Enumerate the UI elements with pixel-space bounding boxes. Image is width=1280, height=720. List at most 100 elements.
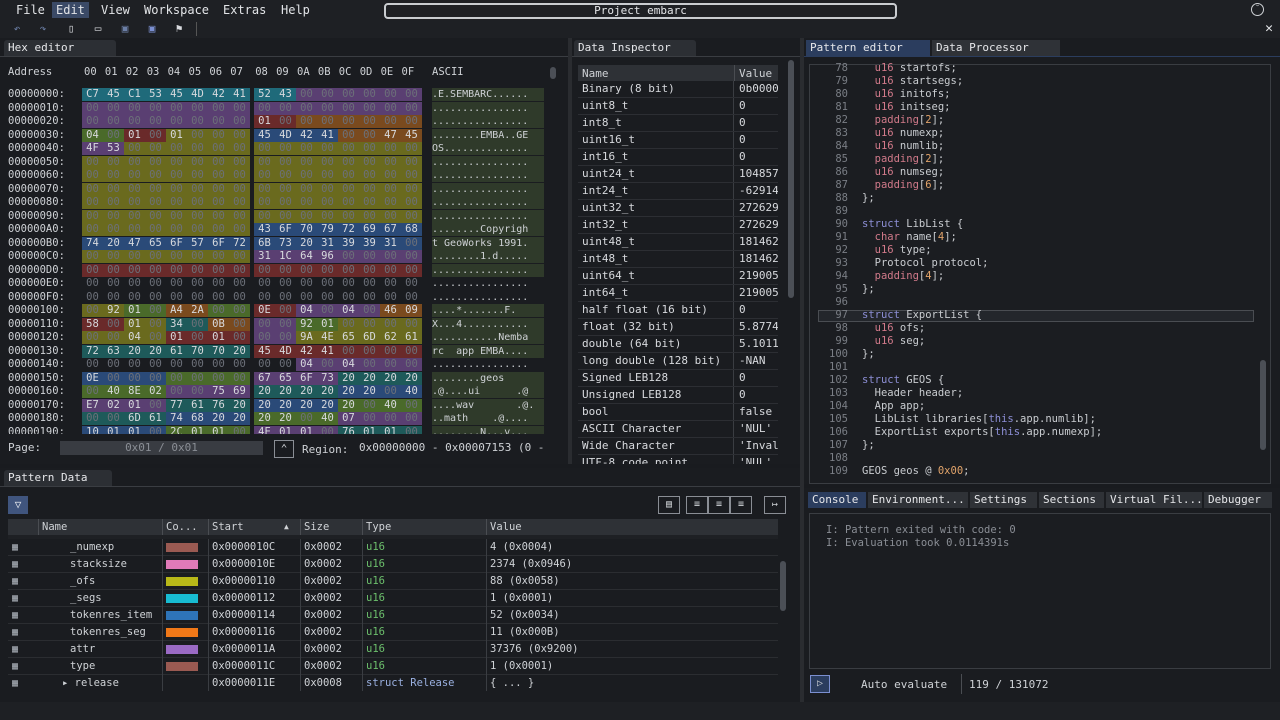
- hex-byte[interactable]: 00: [296, 142, 317, 155]
- hex-byte[interactable]: 00: [359, 101, 380, 115]
- hex-byte[interactable]: 00: [145, 250, 166, 263]
- region-toggle-button[interactable]: ⌃: [274, 440, 294, 458]
- hex-byte[interactable]: 00: [359, 358, 380, 371]
- menu-help[interactable]: Help: [277, 2, 314, 18]
- row-visibility-icon[interactable]: ▦: [12, 607, 26, 624]
- column-header-value[interactable]: Value: [486, 519, 782, 535]
- row-visibility-icon[interactable]: ▦: [12, 556, 26, 573]
- inspector-row[interactable]: int24_t -62914: [578, 183, 778, 200]
- column-header-name[interactable]: Name: [38, 519, 160, 535]
- hex-byte[interactable]: 00: [145, 115, 166, 128]
- hex-byte[interactable]: 76: [208, 398, 229, 412]
- hex-byte[interactable]: 00: [380, 412, 401, 425]
- hex-byte[interactable]: 40: [380, 398, 401, 412]
- hex-byte[interactable]: 00: [338, 344, 359, 358]
- inspector-value[interactable]: 181462: [736, 234, 778, 250]
- hex-byte[interactable]: 00: [359, 155, 380, 169]
- pattern-scrollbar[interactable]: [780, 561, 786, 611]
- hex-byte[interactable]: 00: [208, 223, 229, 236]
- hex-ascii[interactable]: ................: [432, 291, 544, 304]
- hex-byte[interactable]: 6F: [296, 371, 317, 385]
- hex-byte[interactable]: 00: [254, 169, 275, 182]
- hex-byte[interactable]: 76: [338, 425, 359, 434]
- hex-ascii[interactable]: OS..............: [432, 142, 544, 155]
- inspector-row[interactable]: long double (128 bit) -NAN: [578, 353, 778, 370]
- hex-byte[interactable]: 00: [401, 344, 422, 358]
- hex-byte[interactable]: 00: [124, 263, 145, 277]
- hex-byte[interactable]: 00: [338, 115, 359, 128]
- hex-byte[interactable]: 20: [254, 398, 275, 412]
- hex-byte[interactable]: 00: [229, 425, 250, 434]
- redo-icon[interactable]: ↷: [36, 22, 50, 36]
- hex-byte[interactable]: 00: [275, 115, 296, 128]
- console-tab-sections[interactable]: Sections: [1039, 492, 1104, 508]
- row-visibility-icon[interactable]: ▦: [12, 624, 26, 641]
- hex-byte[interactable]: 00: [145, 371, 166, 385]
- hex-byte[interactable]: 72: [82, 344, 103, 358]
- hex-byte[interactable]: 20: [229, 398, 250, 412]
- hex-byte[interactable]: 00: [208, 142, 229, 155]
- hex-byte[interactable]: 00: [317, 182, 338, 196]
- hex-byte[interactable]: 62: [380, 331, 401, 344]
- hex-byte[interactable]: 69: [229, 385, 250, 398]
- tab-data-inspector[interactable]: Data Inspector: [574, 40, 696, 56]
- hex-byte[interactable]: E7: [82, 398, 103, 412]
- hex-byte[interactable]: 00: [103, 209, 124, 223]
- hex-byte[interactable]: 00: [124, 358, 145, 371]
- hex-byte[interactable]: 00: [401, 196, 422, 209]
- hex-byte[interactable]: 00: [145, 277, 166, 290]
- pattern-row[interactable]: ▦ _segs 0x00000112 0x0002 u16 1 (0x0001): [8, 590, 778, 607]
- hex-byte[interactable]: 00: [187, 277, 208, 290]
- inspector-value[interactable]: 272629: [736, 217, 778, 233]
- hex-byte[interactable]: 00: [124, 101, 145, 115]
- code-line[interactable]: 106 ExportList exports[this.app.numexp];: [818, 426, 1102, 439]
- hex-byte[interactable]: 00: [187, 169, 208, 182]
- menu-edit[interactable]: Edit: [52, 2, 89, 18]
- hex-byte[interactable]: 00: [82, 196, 103, 209]
- new-file-icon[interactable]: ▯: [64, 22, 78, 36]
- hex-byte[interactable]: 00: [145, 155, 166, 169]
- hex-byte[interactable]: 00: [145, 128, 166, 142]
- hex-byte[interactable]: 00: [166, 182, 187, 196]
- hex-byte[interactable]: 00: [275, 358, 296, 371]
- hex-ascii[interactable]: ................: [432, 169, 544, 182]
- hex-byte[interactable]: 43: [254, 223, 275, 236]
- code-line[interactable]: 90 struct LibList {: [818, 218, 963, 231]
- hex-byte[interactable]: 00: [166, 155, 187, 169]
- hex-byte[interactable]: 00: [380, 88, 401, 101]
- open-file-icon[interactable]: ▭: [91, 22, 105, 36]
- hex-byte[interactable]: 01: [124, 398, 145, 412]
- hex-byte[interactable]: 00: [82, 412, 103, 425]
- hex-byte[interactable]: 00: [275, 169, 296, 182]
- code-line[interactable]: 101: [818, 361, 862, 374]
- pattern-row[interactable]: ▦ stacksize 0x0000010E 0x0002 u16 2374 (0x094…: [8, 556, 778, 573]
- hex-byte[interactable]: 00: [208, 182, 229, 196]
- hex-byte[interactable]: 00: [103, 331, 124, 344]
- hex-byte[interactable]: 43: [275, 88, 296, 101]
- hex-byte[interactable]: 6D: [124, 412, 145, 425]
- row-visibility-icon[interactable]: ▦: [12, 641, 26, 658]
- hex-byte[interactable]: 00: [103, 291, 124, 304]
- hex-byte[interactable]: 68: [401, 223, 422, 236]
- hex-byte[interactable]: 0E: [254, 304, 275, 317]
- hex-scrollbar[interactable]: [550, 67, 556, 79]
- hex-byte[interactable]: 31: [317, 236, 338, 250]
- hex-byte[interactable]: 00: [229, 291, 250, 304]
- tab-pattern-data[interactable]: Pattern Data: [4, 470, 112, 486]
- hex-byte[interactable]: 40: [103, 385, 124, 398]
- hex-byte[interactable]: 00: [208, 358, 229, 371]
- hex-byte[interactable]: 00: [208, 101, 229, 115]
- hex-byte[interactable]: 00: [103, 155, 124, 169]
- hex-byte[interactable]: 00: [124, 277, 145, 290]
- hex-byte[interactable]: 20: [275, 412, 296, 425]
- hex-byte[interactable]: 00: [103, 263, 124, 277]
- hex-byte[interactable]: 00: [296, 115, 317, 128]
- code-line[interactable]: 87 padding[6];: [818, 179, 944, 192]
- hex-byte[interactable]: 00: [254, 142, 275, 155]
- code-line[interactable]: 88};: [818, 192, 874, 205]
- hex-byte[interactable]: 00: [166, 277, 187, 290]
- hex-byte[interactable]: 77: [166, 398, 187, 412]
- hex-byte[interactable]: 00: [338, 291, 359, 304]
- pattern-row[interactable]: ▦ tokenres_seg 0x00000116 0x0002 u16 11 (0x00…: [8, 624, 778, 641]
- console-tab-virtualfil[interactable]: Virtual Fil...: [1106, 492, 1202, 508]
